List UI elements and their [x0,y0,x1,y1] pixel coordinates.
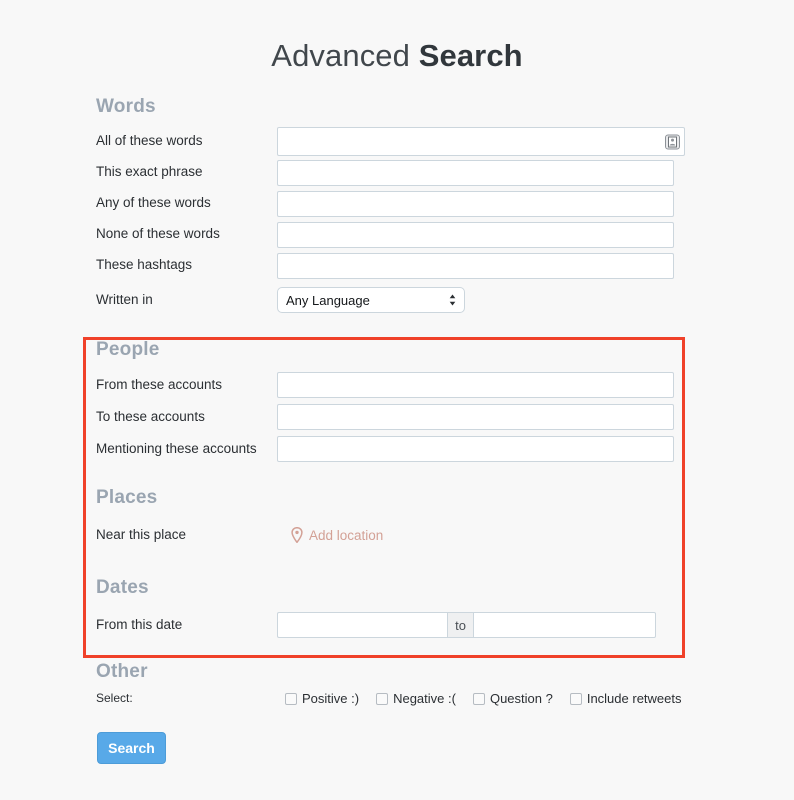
add-location-link[interactable]: Add location [291,527,383,543]
language-select[interactable]: Any Language [277,287,465,313]
form-row-written-in: Written in Any Language [96,281,794,319]
checkbox-include-retweets-label: Include retweets [586,691,682,706]
label-select: Select: [96,691,133,706]
form-row-from-accounts: From these accounts [96,369,794,401]
label-exact-phrase: This exact phrase [96,164,203,180]
other-checkbox-group: Positive :) Negative :( Question ? Inclu… [285,691,682,706]
date-range-separator: to [447,612,474,638]
form-row-none-words: None of these words [96,219,794,250]
label-hashtags: These hashtags [96,257,193,273]
label-near-place: Near this place [96,526,187,542]
section-heading-words: Words [96,96,156,117]
to-accounts-input[interactable] [277,404,674,430]
map-pin-icon [291,527,303,543]
checkbox-include-retweets-box[interactable] [569,692,582,705]
chevron-updown-icon [449,294,456,306]
checkbox-question-box[interactable] [472,692,485,705]
advanced-search-form: Words All of these words This exact phra… [0,96,794,764]
form-row-to-accounts: To these accounts [96,401,794,433]
checkbox-negative-box[interactable] [376,692,389,705]
exact-phrase-input[interactable] [277,159,674,186]
checkbox-negative[interactable]: Negative :( [376,691,456,706]
date-from-input[interactable] [277,612,447,638]
checkbox-positive-label: Positive :) [302,691,360,706]
section-heading-places: Places [96,487,158,508]
all-words-input[interactable] [277,127,685,156]
page-title-light: Advanced [271,38,419,73]
label-any-words: Any of these words [96,195,211,211]
add-location-label: Add location [309,527,384,543]
section-heading-people: People [96,339,160,360]
label-all-words: All of these words [96,133,203,149]
all-words-input-wrap [277,127,685,156]
hashtags-input[interactable] [277,252,674,279]
form-row-hashtags: These hashtags [96,250,794,281]
checkbox-question-label: Question ? [489,691,553,706]
checkbox-question[interactable]: Question ? [472,691,553,706]
page-title-bold: Search [418,38,523,73]
date-range-group: to [277,612,656,638]
checkbox-include-retweets[interactable]: Include retweets [569,691,682,706]
contact-card-icon[interactable] [665,134,680,149]
section-heading-other: Other [96,661,148,682]
form-row-all-words: All of these words [96,126,794,157]
mentioning-accounts-input[interactable] [277,436,674,462]
form-row-exact-phrase: This exact phrase [96,157,794,188]
label-none-words: None of these words [96,226,220,242]
form-row-date-range: From this date to [96,607,794,643]
form-row-near-place: Near this place Add location [96,517,794,553]
page-title: Advanced Search [0,0,794,74]
search-button[interactable]: Search [97,732,166,764]
form-row-mentioning-accounts: Mentioning these accounts [96,433,794,465]
label-from-accounts: From these accounts [96,376,223,392]
label-mentioning-accounts: Mentioning these accounts [96,440,257,456]
label-written-in: Written in [96,291,153,307]
none-words-input[interactable] [277,221,674,248]
checkbox-negative-label: Negative :( [393,691,456,706]
checkbox-positive-box[interactable] [285,692,297,705]
section-heading-dates: Dates [96,577,149,598]
label-to-accounts: To these accounts [96,408,205,424]
date-to-input[interactable] [474,612,656,638]
form-row-any-words: Any of these words [96,188,794,219]
language-select-value: Any Language [286,292,370,308]
form-row-other-select: Select: Positive :) Negative :( Question… [96,691,794,706]
from-accounts-input[interactable] [277,372,674,398]
any-words-input[interactable] [277,190,674,217]
checkbox-positive[interactable]: Positive :) [285,691,359,706]
label-from-this-date: From this date [96,616,183,632]
